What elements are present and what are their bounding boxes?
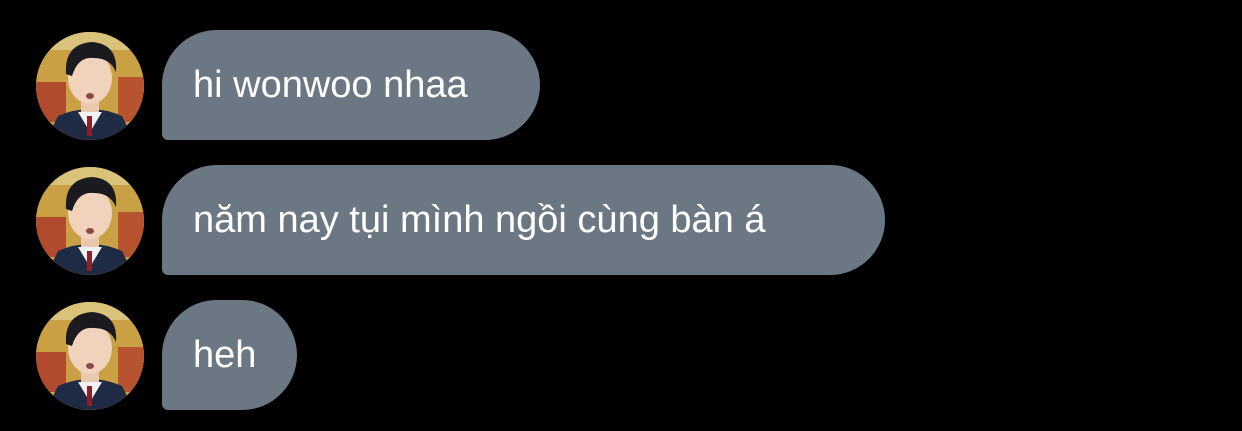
avatar-photo: [36, 32, 144, 140]
avatar-photo: [36, 167, 144, 275]
message-row: năm nay tụi mình ngồi cùng bàn á: [0, 165, 1242, 275]
message-bubble[interactable]: năm nay tụi mình ngồi cùng bàn á: [162, 165, 885, 275]
avatar[interactable]: [36, 302, 144, 410]
avatar[interactable]: [36, 32, 144, 140]
avatar-photo: [36, 302, 144, 410]
avatar[interactable]: [36, 167, 144, 275]
message-bubble[interactable]: hi wonwoo nhaa: [162, 30, 540, 140]
message-row: hi wonwoo nhaa: [0, 30, 1242, 140]
message-row: heh: [0, 300, 1242, 410]
message-bubble[interactable]: heh: [162, 300, 297, 410]
